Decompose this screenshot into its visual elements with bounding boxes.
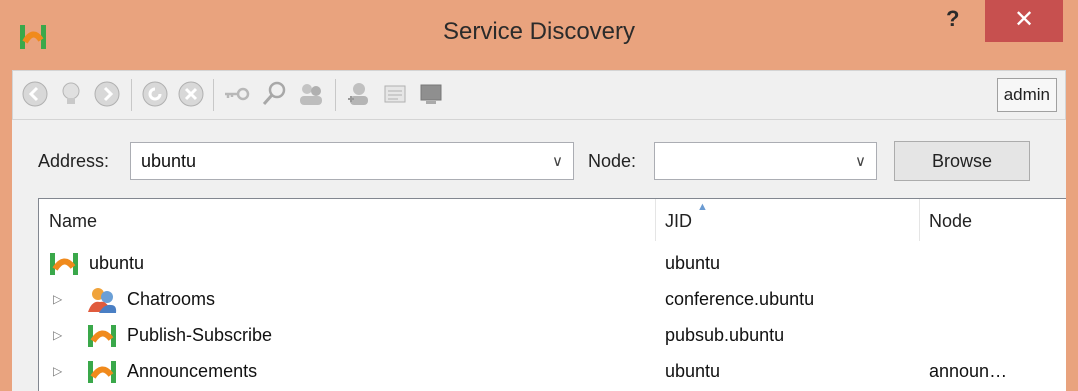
row-jid: ubuntu (665, 253, 721, 273)
sort-ascending-icon: ▲ (697, 201, 708, 213)
column-divider[interactable] (655, 199, 656, 241)
column-header-node[interactable]: Node (929, 199, 972, 241)
search-user-icon[interactable] (261, 80, 289, 108)
users-icon[interactable] (297, 80, 325, 108)
row-jid: ubuntu (665, 361, 721, 381)
bulb-icon[interactable] (57, 80, 85, 108)
stop-icon[interactable] (177, 80, 205, 108)
row-name: ubuntu (89, 253, 145, 273)
row-node: announ… (929, 361, 1008, 381)
add-user-icon[interactable] (345, 80, 373, 108)
server-icon (88, 325, 116, 347)
row-name: Chatrooms (127, 289, 216, 309)
expand-arrow-icon[interactable]: ▷ (53, 364, 62, 378)
close-button[interactable]: ✕ (985, 0, 1063, 42)
browse-button[interactable]: Browse (894, 141, 1030, 181)
column-divider[interactable] (919, 199, 920, 241)
row-name: Publish-Subscribe (127, 325, 273, 345)
refresh-icon[interactable] (141, 80, 169, 108)
service-discovery-window: Service Discovery ? ✕ admin Address: ubu… (0, 0, 1078, 391)
row-name: Announcements (127, 361, 258, 381)
column-header-name[interactable]: Name (49, 199, 97, 241)
forward-icon[interactable] (93, 80, 121, 108)
expand-arrow-icon[interactable]: ▷ (53, 328, 62, 342)
chevron-down-icon[interactable]: ∨ (552, 152, 563, 170)
address-label: Address: (38, 151, 110, 171)
chatrooms-icon (88, 288, 117, 313)
window-title: Service Discovery (442, 18, 636, 45)
address-combo[interactable]: ubuntu ∨ (130, 142, 574, 180)
node-combo[interactable]: ∨ (654, 142, 877, 180)
row-jid: conference.ubuntu (665, 289, 815, 309)
console-icon[interactable] (417, 80, 445, 108)
discovery-panel: Address: ubuntu ∨ Node: ∨ Browse Name ▲ … (12, 120, 1066, 391)
key-icon[interactable] (223, 80, 251, 108)
back-icon[interactable] (21, 80, 49, 108)
address-value: ubuntu (141, 151, 197, 171)
list-item[interactable]: ▷ Announcements ubuntu announ… (39, 355, 1067, 391)
user-name-box[interactable]: admin (996, 78, 1057, 112)
toolbar-separator (335, 79, 336, 111)
toolbar: admin (12, 70, 1066, 120)
server-icon (88, 361, 116, 383)
list-item[interactable]: ▷ Chatrooms conference.ubuntu (39, 283, 1067, 319)
node-label: Node: (588, 151, 637, 171)
list-item[interactable]: ▷ Publish-Subscribe pubsub.ubuntu (39, 319, 1067, 355)
server-icon (50, 253, 78, 275)
list-item[interactable]: ubuntu ubuntu (39, 247, 1067, 283)
chevron-down-icon[interactable]: ∨ (855, 152, 866, 170)
row-jid: pubsub.ubuntu (665, 325, 785, 345)
info-icon[interactable] (381, 80, 409, 108)
expand-arrow-icon[interactable]: ▷ (53, 292, 62, 306)
help-button[interactable]: ? (946, 6, 959, 32)
column-header-jid[interactable]: JID (665, 199, 692, 241)
title-bar: Service Discovery ? ✕ (0, 0, 1078, 72)
discovery-list[interactable]: Name ▲ JID Node ubuntu ubuntu ▷ Chatroom… (38, 198, 1066, 391)
toolbar-separator (131, 79, 132, 111)
toolbar-separator (213, 79, 214, 111)
